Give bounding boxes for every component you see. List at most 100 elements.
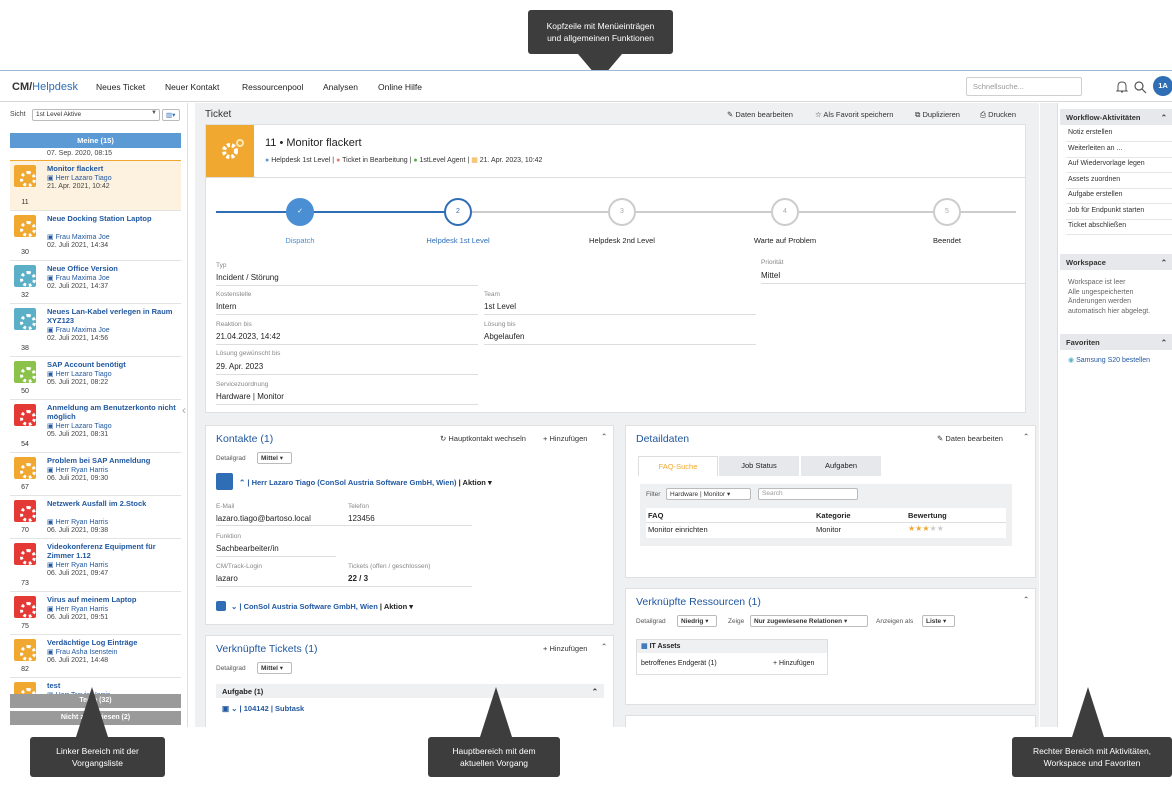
- resource-item[interactable]: betroffenes Endgerät (1): [641, 660, 717, 667]
- add-linked-ticket-button[interactable]: + Hinzufügen: [543, 644, 587, 653]
- step-warte[interactable]: 4: [771, 198, 799, 226]
- company-link[interactable]: ⌄ | ConSol Austria Software GmbH, Wien |…: [231, 602, 413, 611]
- step-helpdesk-2nd[interactable]: 3: [608, 198, 636, 226]
- ticket-title[interactable]: Monitor flackert: [47, 164, 177, 173]
- ticket-list-item[interactable]: 82 Verdächtige Log Einträge ▣ Frau Asha Is…: [10, 635, 181, 678]
- field-kst[interactable]: Intern: [216, 302, 236, 311]
- field-service[interactable]: Hardware | Monitor: [216, 392, 284, 401]
- ticket-title[interactable]: test: [47, 681, 177, 690]
- menu-analysen[interactable]: Analysen: [323, 82, 358, 92]
- detail-select[interactable]: Mittel ▾: [257, 662, 292, 674]
- field-reaktion[interactable]: 21.04.2023, 14:42: [216, 332, 281, 341]
- tab-job-status[interactable]: Job Status: [719, 456, 799, 476]
- ticket-person[interactable]: ▣ Herr Ryan Harris: [47, 605, 108, 613]
- contact-person-link[interactable]: ⌃ | Herr Lazaro Tiago (ConSol Austria So…: [239, 478, 492, 487]
- workflow-item[interactable]: Assets zuordnen: [1068, 176, 1168, 183]
- anzeigen-select[interactable]: Liste ▾: [922, 615, 955, 627]
- field-prio[interactable]: Mittel: [761, 271, 780, 280]
- workflow-item[interactable]: Job für Endpunkt starten: [1068, 207, 1168, 214]
- ticket-list-item[interactable]: 75 Virus auf meinem Laptop ▣ Herr Ryan Har…: [10, 592, 181, 635]
- ticket-title[interactable]: Virus auf meinem Laptop: [47, 595, 177, 604]
- detail-select[interactable]: Mittel ▾: [257, 452, 292, 464]
- collapse-icon[interactable]: ⌃: [601, 642, 607, 651]
- tab-faq-suche[interactable]: FAQ-Suche: [638, 456, 718, 476]
- workflow-item[interactable]: Weiterleiten an ...: [1068, 145, 1168, 152]
- ticket-person[interactable]: ▣ Herr Ryan Harris: [47, 518, 108, 526]
- collapse-left-icon[interactable]: ‹: [182, 403, 186, 417]
- tab-aufgaben[interactable]: Aufgaben: [801, 456, 881, 476]
- field-loesung[interactable]: Abgelaufen: [484, 332, 524, 341]
- ticket-person[interactable]: ▣ Herr Lazaro Tiago: [47, 370, 112, 378]
- menu-ressourcenpool[interactable]: Ressourcenpool: [242, 82, 303, 92]
- workspace-header[interactable]: Workspace ⌃: [1060, 254, 1172, 270]
- add-contact-button[interactable]: + Hinzufügen: [543, 434, 587, 443]
- tag-agent[interactable]: ● 1stLevel Agent: [413, 157, 465, 164]
- ticket-title[interactable]: Problem bei SAP Anmeldung: [47, 456, 177, 465]
- faq-row-title[interactable]: Monitor einrichten: [648, 525, 708, 534]
- workflow-item[interactable]: Auf Wiedervorlage legen: [1068, 160, 1168, 167]
- change-main-contact-button[interactable]: ↻ Hauptkontakt wechseln: [440, 434, 526, 443]
- duplicate-button[interactable]: ⧉ Duplizieren: [915, 110, 960, 120]
- view-select[interactable]: 1st Level Aktive: [32, 109, 160, 121]
- email-value[interactable]: lazaro.tiago@bartoso.local: [216, 514, 311, 523]
- ticket-person[interactable]: ▣ Herr Ryan Harris: [47, 466, 108, 474]
- subtask-link[interactable]: ▣ ⌄ | 104142 | Subtask: [222, 704, 304, 713]
- ticket-list-item[interactable]: 50 SAP Account benötigt ▣ Herr Lazaro Tiag…: [10, 357, 181, 400]
- workflow-item[interactable]: Aufgabe erstellen: [1068, 191, 1168, 198]
- ticket-person[interactable]: ▣ Herr Lazaro Tiago: [47, 174, 112, 182]
- field-typ[interactable]: Incident / Störung: [216, 273, 279, 282]
- user-avatar[interactable]: 1A: [1153, 76, 1172, 96]
- ticket-title[interactable]: Verdächtige Log Einträge: [47, 638, 177, 647]
- menu-online-hilfe[interactable]: Online Hilfe: [378, 82, 422, 92]
- search-icon[interactable]: [1133, 80, 1147, 94]
- collapse-icon[interactable]: ⌃: [601, 432, 607, 441]
- edit-data-button[interactable]: ✎ Daten bearbeiten: [727, 110, 793, 119]
- faq-search-input[interactable]: Search: [758, 488, 858, 500]
- ticket-title[interactable]: Videokonferenz Equipment für Zimmer 1.12: [47, 542, 177, 560]
- ticket-title[interactable]: Neue Docking Station Laptop: [47, 214, 177, 223]
- tag-queue[interactable]: ● Helpdesk 1st Level: [265, 157, 330, 164]
- workflow-item[interactable]: Ticket abschließen: [1068, 222, 1168, 229]
- ticket-person[interactable]: ▣ Frau Maxima Joe: [47, 326, 110, 334]
- print-button[interactable]: ⎙ Drucken: [980, 110, 1016, 120]
- step-dispatch[interactable]: ✓: [286, 198, 314, 226]
- menu-neuer-kontakt[interactable]: Neuer Kontakt: [165, 82, 219, 92]
- ticket-list-item[interactable]: 30 Neue Docking Station Laptop ▣ Frau Maxi…: [10, 211, 181, 261]
- bell-icon[interactable]: [1115, 80, 1129, 94]
- favorite-item[interactable]: ◉ Samsung S20 bestellen: [1068, 356, 1168, 364]
- field-team[interactable]: 1st Level: [484, 302, 516, 311]
- ticket-title[interactable]: Anmeldung am Benutzerkonto nicht möglich: [47, 403, 177, 421]
- menu-neues-ticket[interactable]: Neues Ticket: [96, 82, 145, 92]
- tag-status[interactable]: ● Ticket in Bearbeitung: [336, 157, 408, 164]
- ticket-list-item[interactable]: 70 Netzwerk Ausfall im 2.Stock ▣ Herr Ryan…: [10, 496, 181, 539]
- detail-select[interactable]: Niedrig ▾: [677, 615, 717, 627]
- ticket-list-item[interactable]: 11 Monitor flackert ▣ Herr Lazaro Tiago 21.…: [10, 161, 181, 211]
- collapse-icon[interactable]: ⌃: [1023, 595, 1029, 604]
- favorites-header[interactable]: Favoriten ⌃: [1060, 334, 1172, 350]
- zeige-select[interactable]: Nur zugewiesene Relationen ▾: [750, 615, 868, 627]
- phone-value[interactable]: 123456: [348, 514, 375, 523]
- group-meine[interactable]: Meine (15): [10, 133, 181, 148]
- ticket-title[interactable]: SAP Account benötigt: [47, 360, 177, 369]
- aufgabe-group[interactable]: Aufgabe (1) ⌃: [216, 684, 604, 698]
- ticket-person[interactable]: ▣ Herr Lazaro Tiago: [47, 422, 112, 430]
- ticket-title[interactable]: Netzwerk Ausfall im 2.Stock: [47, 499, 177, 508]
- ticket-person[interactable]: ▣ Frau Maxima Joe: [47, 274, 110, 282]
- workflow-header[interactable]: Workflow-Aktivitäten ⌃: [1060, 109, 1172, 125]
- ticket-title[interactable]: Neue Office Version: [47, 264, 177, 273]
- quick-search-input[interactable]: Schnellsuche...: [966, 77, 1082, 96]
- columns-icon[interactable]: ▥▾: [162, 109, 180, 121]
- ticket-person[interactable]: ▣ Herr Ryan Harris: [47, 561, 108, 569]
- field-gewuenscht[interactable]: 29. Apr. 2023: [216, 362, 263, 371]
- ticket-list-item[interactable]: 32 Neue Office Version ▣ Frau Maxima Joe 02…: [10, 261, 181, 304]
- step-beendet[interactable]: 5: [933, 198, 961, 226]
- filter-select[interactable]: Hardware | Monitor ▾: [666, 488, 751, 500]
- ticket-title[interactable]: Neues Lan-Kabel verlegen in Raum XYZ123: [47, 307, 177, 325]
- workflow-item[interactable]: Notiz erstellen: [1068, 129, 1168, 136]
- ticket-person[interactable]: ▣ Frau Asha Isenstein: [47, 648, 117, 656]
- save-favorite-button[interactable]: ☆ Als Favorit speichern: [815, 110, 893, 119]
- tickets-count-value[interactable]: 22 / 3: [348, 574, 368, 583]
- edit-detail-button[interactable]: ✎ Daten bearbeiten: [937, 434, 1003, 443]
- step-helpdesk-1st[interactable]: 2: [444, 198, 472, 226]
- ticket-person[interactable]: ▣ Frau Maxima Joe: [47, 233, 110, 241]
